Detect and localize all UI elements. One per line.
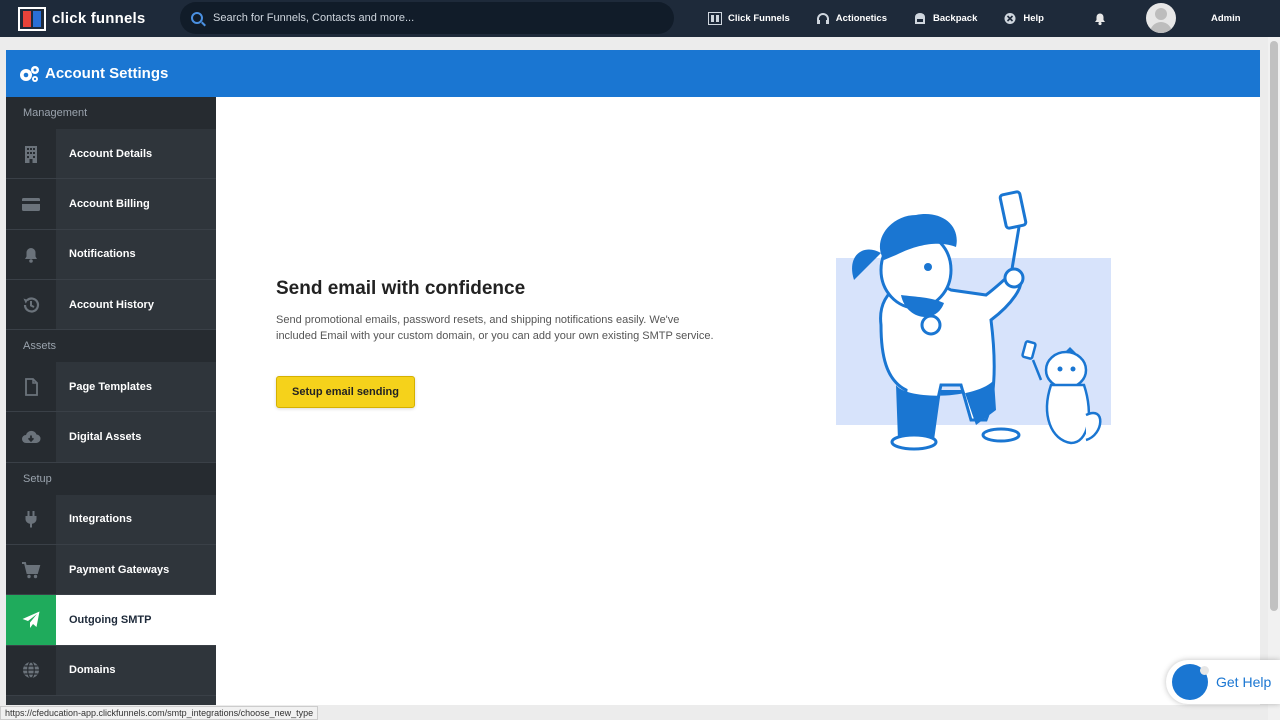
mascot-selfie-illustration: [836, 190, 1111, 451]
card-header: Account Settings: [6, 50, 1260, 97]
nav-link-backpack[interactable]: Backpack: [913, 12, 977, 25]
search-icon: [191, 12, 203, 24]
sidebar-item-notifications[interactable]: Notifications: [6, 229, 216, 280]
sidebar-section-setup: Setup: [6, 462, 216, 495]
bell-icon: [25, 248, 37, 264]
top-navbar: click funnels Click Funnels Actionetics …: [0, 0, 1280, 37]
sidebar-section-assets: Assets: [6, 330, 216, 363]
page-scrollbar[interactable]: [1268, 37, 1280, 720]
nav-link-click-funnels[interactable]: Click Funnels: [708, 12, 790, 25]
history-icon: [23, 296, 40, 313]
setup-email-sending-button[interactable]: Setup email sending: [276, 376, 415, 408]
cart-icon: [22, 561, 41, 578]
credit-card-icon: [22, 197, 40, 211]
sidebar-section-management: Management: [6, 97, 216, 129]
sidebar-item-integrations[interactable]: Integrations: [6, 494, 216, 546]
status-bar-url: https://cfeducation-app.clickfunnels.com…: [0, 706, 319, 720]
sidebar-item-domains[interactable]: Domains: [6, 645, 216, 696]
search-bar[interactable]: [180, 2, 674, 34]
sidebar-item-digital-assets[interactable]: Digital Assets: [6, 412, 216, 463]
logo-icon: [18, 6, 46, 31]
headset-icon: [816, 13, 829, 24]
file-icon: [25, 377, 38, 396]
logo-text: click funnels: [52, 10, 146, 27]
sidebar-item-outgoing-smtp[interactable]: Outgoing SMTP: [6, 595, 216, 646]
nav-link-help[interactable]: Help: [1003, 12, 1044, 25]
user-avatar[interactable]: [1146, 3, 1176, 33]
notifications-bell-icon[interactable]: [1092, 10, 1108, 26]
settings-sidebar: Management Account Details Account Billi…: [6, 97, 216, 705]
sidebar-item-page-templates[interactable]: Page Templates: [6, 362, 216, 413]
sidebar-item-account-billing[interactable]: Account Billing: [6, 179, 216, 230]
clickfunnels-logo[interactable]: click funnels: [18, 6, 178, 31]
globe-icon: [23, 661, 39, 679]
nav-links: Click Funnels Actionetics Backpack Help: [708, 0, 1070, 37]
nav-link-actionetics[interactable]: Actionetics: [816, 12, 887, 25]
account-settings-card: Account Settings Management Account Deta…: [6, 50, 1260, 705]
sidebar-item-account-details[interactable]: Account Details: [6, 129, 216, 180]
funnel-logo-icon: [708, 12, 722, 25]
sidebar-item-payment-gateways[interactable]: Payment Gateways: [6, 545, 216, 596]
smtp-description: Send promotional emails, password resets…: [276, 314, 714, 342]
plug-icon: [25, 511, 37, 528]
building-icon: [25, 145, 37, 163]
help-chat-icon: [1172, 664, 1209, 700]
get-help-widget[interactable]: Get Help: [1166, 660, 1280, 704]
help-icon: [1004, 13, 1016, 24]
paper-plane-icon: [22, 611, 40, 629]
backpack-icon: [914, 13, 925, 24]
sidebar-item-account-history[interactable]: Account History: [6, 279, 216, 331]
cloud-download-icon: [22, 430, 41, 444]
search-input[interactable]: [213, 12, 653, 24]
get-help-label: Get Help: [1216, 674, 1272, 690]
smtp-heading: Send email with confidence: [276, 278, 526, 299]
scrollbar-thumb[interactable]: [1270, 41, 1278, 611]
gears-icon: [20, 65, 39, 82]
page-title: Account Settings: [45, 65, 169, 82]
user-menu-label[interactable]: Admin: [1211, 13, 1241, 24]
